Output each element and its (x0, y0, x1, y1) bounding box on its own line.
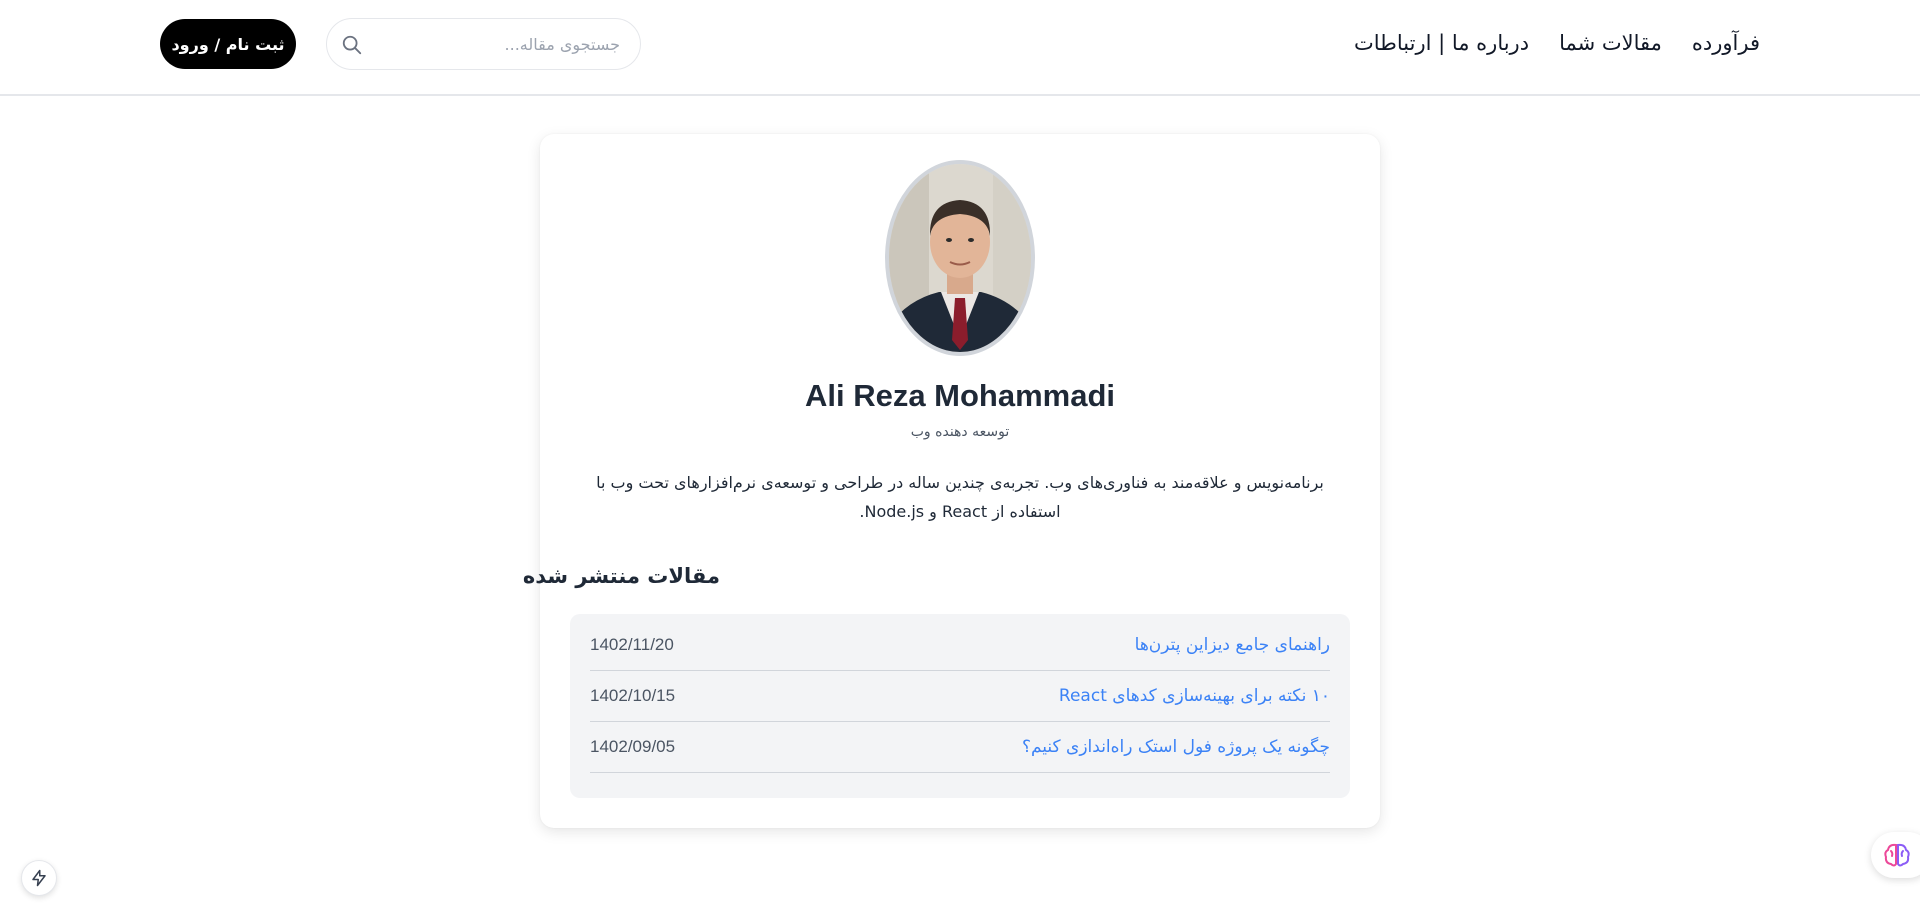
list-item: چگونه یک پروژه فول استک راه‌اندازی کنیم؟… (590, 722, 1330, 773)
article-date: 1402/09/05 (590, 737, 676, 756)
nav-item-products[interactable]: فرآورده (1692, 31, 1760, 55)
profile-card: Ali Reza Mohammadi توسعه دهنده وب برنامه… (523, 134, 1380, 828)
profile-name: Ali Reza Mohammadi (804, 378, 1116, 413)
list-item: راهنمای جامع دیزاین پترن‌ها 1402/11/20 (590, 620, 1330, 671)
avatar-photo (889, 164, 1031, 352)
search-icon[interactable] (341, 34, 363, 56)
avatar (885, 160, 1035, 356)
bolt-icon (32, 869, 46, 887)
profile-role: توسعه دهنده وب (910, 424, 1010, 440)
nav-item-your-articles[interactable]: مقالات شما (1559, 31, 1662, 55)
list-item: ۱۰ نکته برای بهینه‌سازی کدهای React 1402… (590, 671, 1330, 722)
brain-icon (1884, 843, 1910, 867)
brain-widget-button[interactable] (1871, 832, 1920, 878)
nav-item-about-contact[interactable]: درباره ما | ارتباطات (1354, 31, 1529, 55)
article-date: 1402/10/15 (590, 686, 676, 705)
article-link[interactable]: چگونه یک پروژه فول استک راه‌اندازی کنیم؟ (1022, 737, 1330, 757)
signup-login-button[interactable]: ثبت نام / ورود (160, 19, 296, 69)
search-box (326, 18, 641, 70)
article-date: 1402/11/20 (590, 635, 674, 654)
article-link[interactable]: راهنمای جامع دیزاین پترن‌ها (1135, 635, 1330, 655)
profile-bio: برنامه‌نویس و علاقه‌مند به فناوری‌های وب… (596, 473, 1324, 521)
main-nav: فرآورده مقالات شما درباره ما | ارتباطات (1354, 28, 1760, 58)
site-header: فرآورده مقالات شما درباره ما | ارتباطات … (0, 0, 1920, 96)
published-articles-heading: مقالات منتشر شده (522, 564, 720, 588)
search-input[interactable] (327, 19, 640, 69)
bolt-widget-button[interactable] (21, 860, 57, 896)
article-link[interactable]: ۱۰ نکته برای بهینه‌سازی کدهای React (1059, 686, 1330, 706)
articles-list: راهنمای جامع دیزاین پترن‌ها 1402/11/20 ۱… (570, 614, 1350, 798)
